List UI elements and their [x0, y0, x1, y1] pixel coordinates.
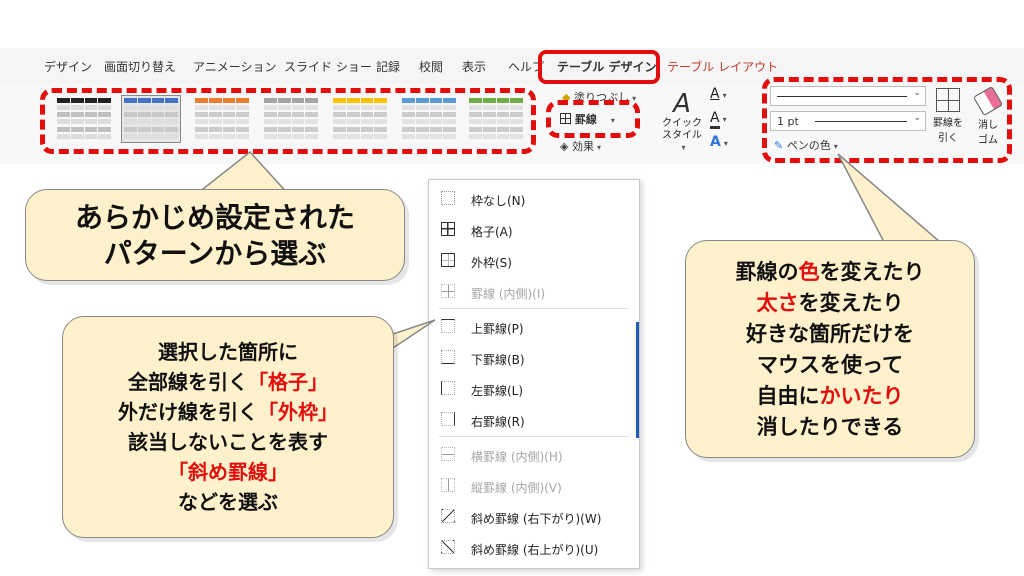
menu-item: 横罫線 (内側)(H) — [429, 440, 639, 470]
menu-item[interactable]: 斜め罫線 (右下がり)(W) — [429, 502, 639, 532]
diagonal-up-border-icon — [441, 540, 455, 554]
menu-item-label: 斜め罫線 (右上がり)(U) — [471, 543, 599, 557]
menu-item-label: 罫線 (内側)(I) — [471, 287, 546, 301]
text-fill-button[interactable]: A ▾ — [710, 86, 727, 102]
inside-horizontal-border-icon — [441, 447, 455, 461]
menu-item-label: 縦罫線 (内側)(V) — [471, 481, 562, 495]
outside-borders-icon — [441, 253, 455, 267]
quick-styles-icon: A — [673, 89, 691, 119]
menu-separator — [439, 436, 629, 437]
text-effects-button[interactable]: A ▾ — [710, 134, 728, 150]
menu-item-label: 横罫線 (内側)(H) — [471, 450, 563, 464]
menu-item[interactable]: 枠なし(N) — [429, 184, 639, 214]
menu-item-label: 下罫線(B) — [471, 353, 525, 367]
callout-tail — [837, 153, 943, 243]
all-borders-icon — [441, 222, 455, 236]
menu-item[interactable]: 上罫線(P) — [429, 312, 639, 342]
inside-borders-icon — [441, 284, 455, 298]
tab-animations[interactable]: アニメーション — [193, 58, 277, 75]
menu-separator — [439, 308, 629, 309]
menu-item-label: 枠なし(N) — [471, 194, 526, 208]
tab-review[interactable]: 校閲 — [419, 58, 443, 75]
diagonal-down-border-icon — [441, 509, 455, 523]
callout-presets: あらかじめ設定された パターンから選ぶ — [25, 189, 405, 281]
borders-dropdown-menu: 枠なし(N) 格子(A) 外枠(S) 罫線 (内側)(I) 上罫線(P) 下罫線(B) 左罫… — [428, 179, 640, 569]
no-border-icon — [441, 191, 455, 205]
menu-item[interactable]: 外枠(S) — [429, 246, 639, 276]
menu-item: 罫線 (内側)(I) — [429, 277, 639, 307]
tab-transitions[interactable]: 画面切り替え — [104, 58, 176, 75]
styles-gallery-highlight — [40, 88, 536, 154]
tab-table-layout[interactable]: テーブル レイアウト — [667, 58, 778, 75]
menu-item: 縦罫線 (内側)(V) — [429, 471, 639, 501]
table-design-tab-highlight — [538, 50, 660, 84]
left-border-icon — [441, 381, 455, 395]
chevron-down-icon: ▾ — [722, 91, 727, 100]
menu-item-label: 上罫線(P) — [471, 322, 524, 336]
menu-item[interactable]: 右罫線(R) — [429, 405, 639, 435]
callout-border-types: 選択した箇所に 全部線を引く「格子」 外だけ線を引く「外枠」 該当しないことを表… — [62, 316, 394, 538]
menu-item-label: 右罫線(R) — [471, 415, 525, 429]
menu-item[interactable]: 下罫線(B) — [429, 343, 639, 373]
right-border-icon — [441, 412, 455, 426]
menu-item-label: 斜め罫線 (右下がり)(W) — [471, 512, 602, 526]
tab-record[interactable]: 記録 — [376, 58, 400, 75]
chevron-down-icon: ▾ — [722, 115, 727, 124]
border-preview-indicator — [636, 322, 639, 438]
tab-slideshow[interactable]: スライド ショー — [284, 58, 372, 75]
callout-pen-tools: 罫線の色を変えたり 太さを変えたり 好きな箇所だけを マウスを使って 自由にかい… — [685, 240, 975, 458]
menu-item[interactable]: 斜め罫線 (右上がり)(U) — [429, 533, 639, 563]
tab-design[interactable]: デザイン — [44, 58, 92, 75]
menu-item-label: 格子(A) — [471, 225, 513, 239]
menu-item[interactable]: 左罫線(L) — [429, 374, 639, 404]
effects-icon: ◈ — [560, 140, 569, 153]
bottom-border-icon — [441, 350, 455, 364]
text-outline-button[interactable]: A ▾ — [710, 110, 727, 129]
borders-button-highlight — [546, 100, 640, 138]
inside-vertical-border-icon — [441, 478, 455, 492]
draw-borders-highlight — [762, 77, 1012, 163]
quick-styles-button[interactable]: A クイック スタイル▾ — [660, 89, 704, 152]
menu-item[interactable]: 格子(A) — [429, 215, 639, 245]
chevron-down-icon: ▾ — [596, 143, 601, 152]
top-border-icon — [441, 319, 455, 333]
tab-view[interactable]: 表示 — [462, 58, 486, 75]
menu-item-label: 外枠(S) — [471, 256, 512, 270]
chevron-down-icon: ▾ — [681, 143, 686, 152]
effects-button[interactable]: ◈ 効果 ▾ — [560, 138, 601, 154]
menu-item-label: 左罫線(L) — [471, 384, 524, 398]
chevron-down-icon: ▾ — [723, 139, 728, 148]
